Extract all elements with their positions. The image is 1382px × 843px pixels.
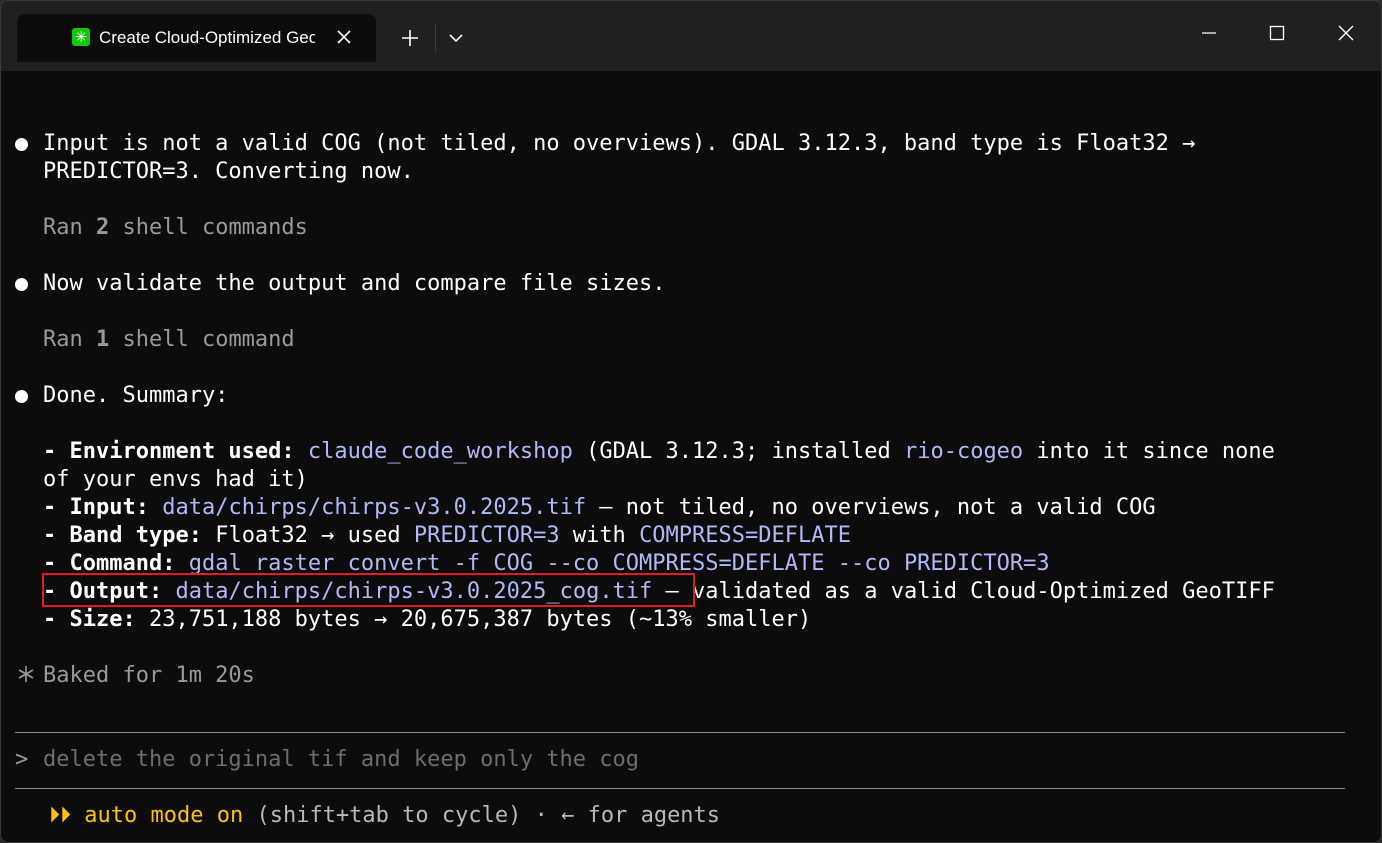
summary-size: - Size: 23,751,188 bytes → 20,675,387 by…: [43, 606, 811, 634]
new-tab-plus-icon[interactable]: [399, 27, 421, 49]
ran-prefix: Ran: [43, 215, 96, 240]
ran-count: 2: [95, 215, 110, 240]
minimize-icon[interactable]: [1199, 23, 1219, 43]
auto-mode-label: auto mode on: [84, 803, 244, 828]
close-window-icon[interactable]: [1336, 23, 1356, 43]
band-with: with: [559, 523, 640, 548]
env-name: claude_code_workshop: [307, 439, 573, 464]
summary-band-type: - Band type: Float32 → used PREDICTOR=3 …: [43, 522, 851, 550]
band-text: Float32 → used: [201, 523, 414, 548]
prompt-top-border: [15, 732, 1345, 733]
summary-label: - Size:: [43, 607, 136, 632]
spinner-asterisk-icon: [18, 666, 34, 682]
summary-label: - Environment used:: [43, 439, 295, 464]
output-tail: — validated as a valid Cloud-Optimized G…: [652, 579, 1275, 604]
message-bullet: [15, 390, 28, 403]
summary-input: - Input: data/chirps/chirps-v3.0.2025.ti…: [43, 494, 1156, 522]
input-path: data/chirps/chirps-v3.0.2025.tif: [162, 495, 587, 520]
message-text: Now validate the output and compare file…: [43, 271, 666, 296]
terminal-output: Input is not a valid COG (not tiled, no …: [1, 71, 1381, 842]
summary-label: - Band type:: [43, 523, 202, 548]
prompt-symbol: >: [15, 747, 29, 772]
title-bar: ✳ Create Cloud-Optimized GeoTIFF: [1, 1, 1381, 71]
fast-forward-icon: ⏵⏵: [49, 803, 72, 828]
tool-run-summary[interactable]: Ran 2 shell commands: [43, 214, 308, 242]
summary-environment: - Environment used: claude_code_workshop…: [43, 438, 1275, 466]
message-text: Input is not a valid COG (not tiled, no …: [43, 131, 1196, 156]
input-tail: — not tiled, no overviews, not a valid C…: [586, 495, 1156, 520]
mode-hint: (shift+tab to cycle) · ← for agents: [243, 803, 721, 828]
mode-status-line[interactable]: ⏵⏵ auto mode on (shift+tab to cycle) · ←…: [49, 802, 720, 830]
summary-environment-cont: of your envs had it): [43, 467, 308, 492]
tab-title: Create Cloud-Optimized GeoTIFF: [99, 28, 315, 47]
prompt-bottom-border: [15, 788, 1345, 789]
env-tail: into it since none: [1023, 439, 1275, 464]
baked-status: Baked for 1m 20s: [43, 663, 255, 688]
band-compress: COMPRESS=DEFLATE: [639, 523, 851, 548]
ran-count: 1: [95, 327, 110, 352]
summary-label: - Input:: [43, 495, 149, 520]
message-text: Done. Summary:: [43, 383, 229, 408]
ran-prefix: Ran: [43, 327, 96, 352]
env-package: rio-cogeo: [903, 439, 1024, 464]
tool-run-summary[interactable]: Ran 1 shell command: [43, 326, 295, 354]
maximize-icon[interactable]: [1267, 23, 1287, 43]
prompt-input[interactable]: delete the original tif and keep only th…: [43, 746, 639, 774]
env-detail: (GDAL 3.12.3; installed: [572, 439, 904, 464]
ran-suffix: shell commands: [109, 215, 308, 240]
message-text: PREDICTOR=3. Converting now.: [43, 159, 414, 184]
output-highlight-box: [42, 573, 695, 607]
band-predictor: PREDICTOR=3: [413, 523, 560, 548]
sparkle-badge-icon: ✳: [72, 28, 90, 46]
size-value: 23,751,188 bytes → 20,675,387 bytes (~13…: [135, 607, 812, 632]
tab-separator: [435, 23, 436, 53]
terminal-window: ✳ Create Cloud-Optimized GeoTIFF Input i…: [0, 0, 1382, 843]
tab-active[interactable]: ✳ Create Cloud-Optimized GeoTIFF: [17, 14, 376, 62]
message-bullet: [15, 278, 28, 291]
close-tab-icon[interactable]: [334, 27, 354, 47]
ran-suffix: shell command: [109, 327, 295, 352]
chevron-down-icon[interactable]: [447, 31, 465, 45]
message-bullet: [15, 138, 28, 151]
